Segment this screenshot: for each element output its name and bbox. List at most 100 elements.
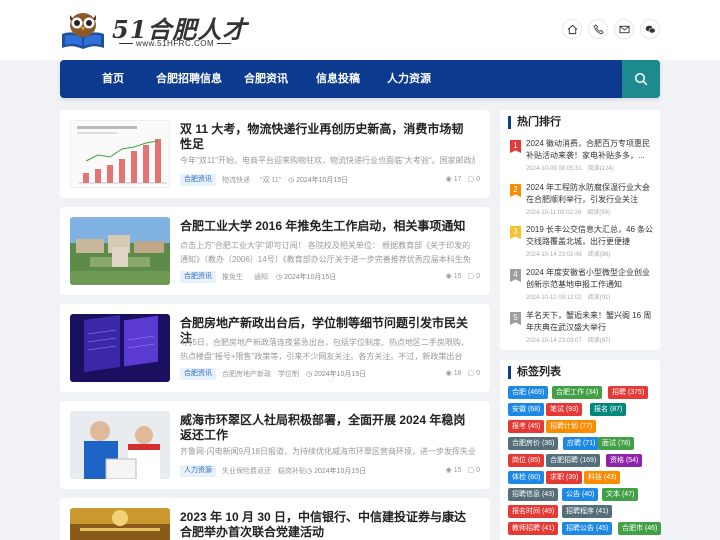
tag-chip[interactable]: 招聘公告 (45) (562, 522, 613, 535)
article-thumbnail[interactable] (70, 120, 170, 188)
hot-item-meta: 2024-10-09 08:05:31 阅读(124) (526, 166, 614, 172)
nav-item-submit[interactable]: 信息投稿 (316, 60, 360, 98)
clock-icon: ◷ (276, 274, 285, 281)
tag-chip[interactable]: 招聘计划 (77) (546, 420, 597, 433)
tag-chip[interactable]: 合肥 (469) (508, 386, 549, 399)
comment-icon: ▢ (467, 370, 477, 377)
home-icon[interactable] (562, 19, 582, 39)
article-keyword[interactable]: 稳岗补贴 (278, 466, 306, 476)
article-card[interactable]: 双 11 大考，物流快递行业再创历史新高，消费市场韧性足 今年"双11"开始，电… (60, 110, 490, 198)
search-button[interactable] (622, 60, 660, 98)
site-header: 51合肥人才 www.51HFRC.COM (0, 0, 720, 60)
hot-item-title[interactable]: 2024 年工程防水防腐保温行业大会在合肥顺利举行，引发行业关注 (526, 182, 656, 206)
article-card[interactable]: 合肥工业大学 2016 年推免生工作启动，相关事项通知 点击上方"合肥工业大学"… (60, 207, 490, 295)
comment-count: 0 (476, 273, 480, 280)
article-stats: ◉ 15 ▢ 0 (440, 466, 480, 474)
hot-item-title[interactable]: 羊名天下，蟹逅未来！蟹兴阁 16 周年庆典在武汉盛大举行 (526, 310, 656, 334)
hot-ranking-heading: 热门排行 (508, 116, 561, 129)
rank-badge: 4 (510, 269, 521, 282)
nav-item-recruitment[interactable]: 合肥招聘信息 (156, 60, 222, 98)
article-category[interactable]: 合肥资讯 (180, 174, 216, 186)
tag-chip[interactable]: 教师招聘 (41) (508, 522, 559, 535)
hot-item-title[interactable]: 2024 徽动消费，合肥百万专项惠民补贴活动来袭！家电补贴多多，... (526, 138, 656, 162)
article-keyword[interactable]: 物流快递 (222, 175, 250, 185)
views-icon: ◉ (445, 370, 454, 377)
wechat-icon[interactable] (640, 19, 660, 39)
article-thumbnail[interactable] (70, 314, 170, 382)
hot-item-title[interactable]: 2024 年度安徽省小型微型企业创业创新示范基地申报工作通知 (526, 267, 656, 291)
tag-chip[interactable]: 招聘信息 (43) (508, 488, 559, 501)
article-excerpt: 4月5日，合肥房地产新政落连夜紧急出台，包括学位制度、热点地区二手房限购、热点楼… (180, 338, 469, 361)
article-card[interactable]: 合肥房地产新政出台后，学位制等细节问题引发市民关注 4月5日，合肥房地产新政落连… (60, 304, 490, 392)
hot-item-title[interactable]: 2019 长丰公交信息大汇总，46 条公交线路覆盖北城，出行更便捷 (526, 224, 656, 248)
article-title[interactable]: 2023 年 10 月 30 日，中信银行、中信建投证券与康达合肥举办首次联合党… (180, 510, 475, 540)
article-meta: 合肥资讯 物流快递 "双 11" ◷ 2024年10月15日 ◉ 17 ▢ 0 (180, 174, 480, 188)
tag-chip[interactable]: 报名 (87) (590, 403, 627, 416)
tag-chip[interactable]: 文本 (47) (602, 488, 639, 501)
article-date: ◷ 2024年10月15日 (306, 371, 367, 378)
tag-chip[interactable]: 报名时间 (49) (508, 505, 559, 518)
views-icon: ◉ (445, 467, 454, 474)
nav-item-home[interactable]: 首页 (102, 60, 124, 98)
view-count: 18 (453, 370, 462, 377)
comment-count: 0 (476, 370, 480, 377)
tag-chip[interactable]: 报考 (45) (508, 420, 545, 433)
tag-chip[interactable]: 求职 (39) (546, 471, 583, 484)
hot-ranking-panel: 热门排行 1 2024 徽动消费，合肥百万专项惠民补贴活动来袭！家电补贴多多，.… (500, 110, 660, 350)
article-date: ◷ 2024年10月15日 (288, 177, 349, 184)
article-meta: 人力资源 失业保险费返还 稳岗补贴 ◷ 2024年10月15日 ◉ 15 ▢ 0 (180, 465, 480, 479)
tag-chip[interactable]: 安徽 (68) (508, 403, 545, 416)
article-keyword[interactable]: 失业保险费返还 (222, 466, 271, 476)
tag-list-heading: 标签列表 (508, 366, 561, 379)
article-title[interactable]: 合肥工业大学 2016 年推免生工作启动，相关事项通知 (180, 219, 475, 234)
comment-icon: ▢ (467, 176, 477, 183)
view-count: 15 (453, 273, 462, 280)
tag-chip[interactable]: 公告 (40) (562, 488, 599, 501)
tag-list-panel: 标签列表 合肥 (469) 合肥工作 (34) 招聘 (375) 安徽 (68) 笔试 … (500, 360, 662, 540)
article-keyword[interactable]: 通知 (254, 272, 268, 282)
article-category[interactable]: 合肥资讯 (180, 368, 216, 380)
phone-icon[interactable] (588, 19, 608, 39)
tag-chip[interactable]: 招聘 (375) (608, 386, 649, 399)
article-category[interactable]: 人力资源 (180, 465, 216, 477)
article-keyword[interactable]: 学位制 (278, 369, 299, 379)
header-icon-group (562, 19, 660, 39)
mail-icon[interactable] (614, 19, 634, 39)
article-keyword[interactable]: 推免生 (222, 272, 243, 282)
tag-chip[interactable]: 岗位 (85) (508, 454, 545, 467)
nav-item-news[interactable]: 合肥资讯 (244, 60, 288, 98)
article-card[interactable]: 2023 年 10 月 30 日，中信银行、中信建投证券与康达合肥举办首次联合党… (60, 498, 490, 540)
article-meta: 合肥资讯 推免生 通知 ◷ 2024年10月15日 ◉ 15 ▢ 0 (180, 271, 480, 285)
article-keyword[interactable]: 合肥房地产新政 (222, 369, 271, 379)
article-thumbnail[interactable] (70, 411, 170, 479)
article-title[interactable]: 双 11 大考，物流快递行业再创历史新高，消费市场韧性足 (180, 122, 475, 152)
article-card[interactable]: 威海市环翠区人社局积极部署，全面开展 2024 年稳岗返还工作 齐鲁网·闪电新闻… (60, 401, 490, 489)
article-excerpt: 齐鲁网·闪电新闻9月18日报道，为持续优化威海市环翠区营商环境，进一步发挥失业保… (180, 447, 475, 456)
comment-icon: ▢ (467, 273, 477, 280)
hot-item-meta: 2024-10-11 08:02:26 阅读(99) (526, 210, 610, 216)
article-excerpt: 今年"双11"开始，电商平台迎来购物狂欢，物流快递行业也面临"大考验"。国家邮政… (180, 156, 475, 165)
tag-chip[interactable]: 合肥招聘 (169) (546, 454, 601, 467)
tag-chip[interactable]: 合肥房价 (36) (508, 437, 559, 450)
article-stats: ◉ 17 ▢ 0 (440, 175, 480, 183)
article-thumbnail[interactable] (70, 508, 170, 540)
tag-chip[interactable]: 体检 (60) (508, 471, 545, 484)
article-keyword[interactable]: "双 11" (260, 175, 281, 185)
tag-chip[interactable]: 招聘程序 (41) (562, 505, 613, 518)
site-logo[interactable]: 51合肥人才 www.51HFRC.COM (60, 8, 246, 54)
tag-chip[interactable]: 合肥工作 (34) (552, 386, 603, 399)
clock-icon: ◷ (288, 177, 297, 184)
tag-chip[interactable]: 科技 (43) (584, 471, 621, 484)
tag-chip[interactable]: 资格 (54) (606, 454, 643, 467)
logo-url: www.51HFRC.COM (116, 39, 234, 48)
tag-chip[interactable]: 面试 (78) (598, 437, 635, 450)
tag-chip[interactable]: 合肥市 (46) (618, 522, 662, 535)
article-thumbnail[interactable] (70, 217, 170, 285)
nav-item-hr[interactable]: 人力资源 (387, 60, 431, 98)
tag-chip[interactable]: 应聘 (71) (563, 437, 600, 450)
article-category[interactable]: 合肥资讯 (180, 271, 216, 283)
hot-item-meta: 2024-10-14 23:03:07 阅读(87) (526, 338, 611, 344)
article-title[interactable]: 威海市环翠区人社局积极部署，全面开展 2024 年稳岗返还工作 (180, 413, 475, 443)
view-count: 15 (453, 467, 462, 474)
tag-chip[interactable]: 笔试 (93) (546, 403, 583, 416)
